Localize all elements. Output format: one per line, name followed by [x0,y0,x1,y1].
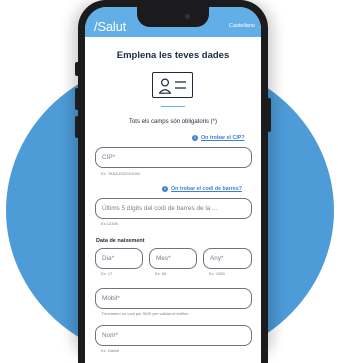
barcode-help-link[interactable]: On trobar el codi de barres? [171,186,242,192]
day-example: Ex. 17 [101,271,113,276]
mobile-example: T'enviarem un codi per SMS per validar e… [101,311,189,316]
required-note: Tots els camps són obligatoris (*) [128,119,218,125]
name-input[interactable]: Nom* [95,325,252,346]
page-title: Emplena les teves dades [116,50,230,61]
title-divider [161,106,185,108]
day-input[interactable]: Dia* [95,248,143,269]
phone-frame: /Salut Castellano Emplena les teves dade… [78,0,268,363]
info-icon: i [192,135,198,141]
cip-example: Ex. TASA1032101002 [101,171,141,176]
barcode-example: Ex.12345 [101,221,118,226]
barcode-input[interactable]: Últims 5 dígits del codi de barres de la… [95,198,252,219]
info-icon: i [162,186,168,192]
mobile-input[interactable]: Mòbil* [95,288,252,309]
phone-notch [137,7,209,27]
cip-help-link[interactable]: On trobar el CIP? [201,135,245,141]
month-input[interactable]: Mes* [149,248,197,269]
cip-input[interactable]: CIP* [95,147,252,168]
language-selector[interactable]: Castellano [229,23,255,29]
barcode-help[interactable]: i On trobar el codi de barres? [162,186,242,192]
id-card-icon [152,72,193,98]
year-input[interactable]: Any* [203,248,252,269]
year-example: Ex. 1980 [209,271,225,276]
app-logo[interactable]: /Salut [94,19,126,34]
birth-date-label: Data de naixement [96,238,145,244]
phone-screen: /Salut Castellano Emplena les teves dade… [85,7,261,363]
cip-help[interactable]: i On trobar el CIP? [192,135,245,141]
month-example: Ex. 06 [155,271,167,276]
camera-icon [185,14,190,19]
name-example: Ex. Daniel [101,348,120,353]
